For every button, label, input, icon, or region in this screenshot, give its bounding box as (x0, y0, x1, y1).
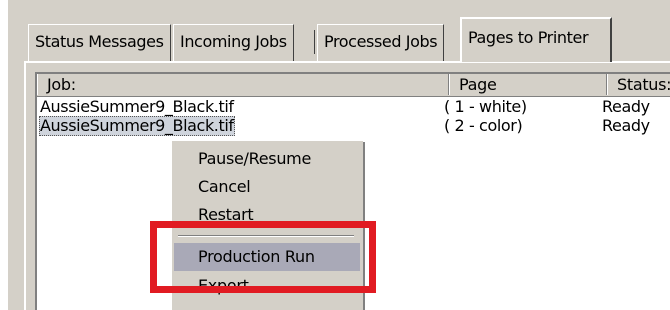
table-row[interactable]: AussieSummer9_Black.tif ( 1 - white) Rea… (37, 98, 670, 116)
job-name: AussieSummer9_Black.tif (40, 97, 234, 116)
page-value: ( 1 - white) (444, 97, 527, 116)
menu-item-export[interactable]: Export (174, 272, 360, 300)
menu-item-pause-resume[interactable]: Pause/Resume (174, 145, 360, 173)
menu-item-production-run[interactable]: Production Run (174, 243, 360, 271)
list-header: Job: Page Status: (37, 74, 670, 97)
screen: Status Messages Incoming Jobs Processed … (0, 0, 670, 310)
tab-incoming-jobs[interactable]: Incoming Jobs (173, 24, 294, 61)
tab-strip: Status Messages Incoming Jobs Processed … (24, 0, 670, 62)
menu-separator (178, 235, 354, 237)
column-header-page[interactable]: Page (449, 74, 607, 95)
column-header-job[interactable]: Job: (37, 74, 449, 95)
table-row-selected[interactable]: AussieSummer9_Black.tif ( 2 - color) Rea… (37, 116, 670, 136)
context-menu: Pause/Resume Cancel Restart Production R… (171, 140, 363, 310)
tab-separator (314, 30, 315, 54)
page-value: ( 2 - color) (444, 116, 523, 135)
status-value: Ready (602, 97, 650, 116)
tab-pages-to-printer[interactable]: Pages to Printer (460, 17, 612, 62)
menu-item-cancel[interactable]: Cancel (174, 173, 360, 201)
menu-item-restart[interactable]: Restart (174, 201, 360, 229)
status-value: Ready (602, 116, 650, 135)
tab-status-messages[interactable]: Status Messages (28, 24, 171, 61)
job-name: AussieSummer9_Black.tif (39, 116, 235, 136)
tab-separator (170, 30, 171, 54)
tab-processed-jobs[interactable]: Processed Jobs (317, 24, 445, 61)
column-header-status[interactable]: Status: (607, 74, 670, 95)
